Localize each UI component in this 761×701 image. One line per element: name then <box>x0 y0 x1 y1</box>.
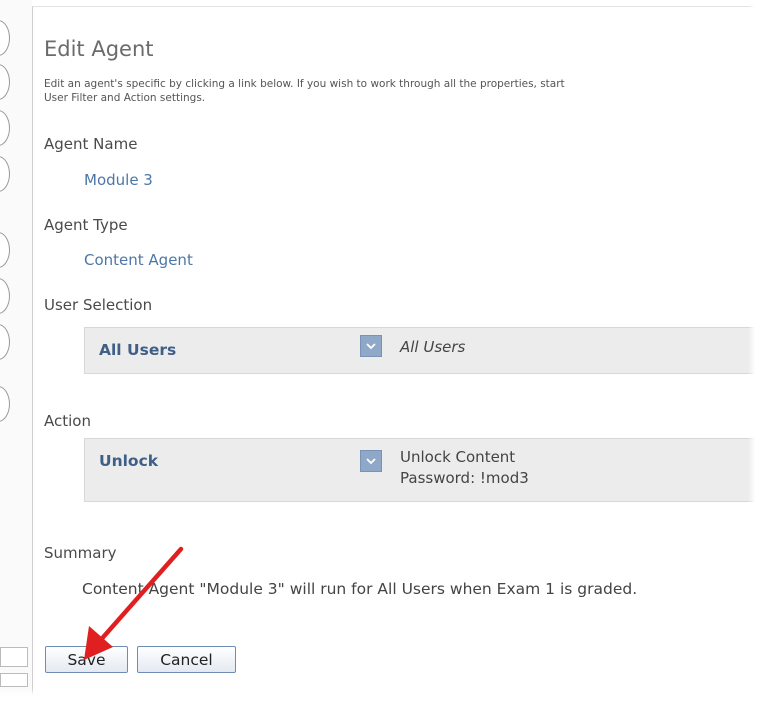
ring-decoration <box>0 324 10 360</box>
partial-control <box>0 647 28 667</box>
ring-decoration <box>0 386 10 422</box>
ring-decoration <box>0 232 10 268</box>
torn-edge <box>0 688 761 701</box>
chevron-down-icon <box>366 343 376 350</box>
agent-type-label: Agent Type <box>44 216 128 234</box>
page-title: Edit Agent <box>44 37 154 61</box>
description-line: Edit an agent's specific by clicking a l… <box>44 78 565 90</box>
ring-decoration <box>0 20 10 56</box>
agent-name-label: Agent Name <box>44 135 138 153</box>
action-name-link[interactable]: Unlock <box>99 452 158 470</box>
user-selection-name-link[interactable]: All Users <box>99 341 176 359</box>
chevron-down-icon <box>366 458 376 465</box>
torn-edge <box>748 0 761 701</box>
ring-decoration <box>0 278 10 314</box>
user-selection-dropdown-button[interactable] <box>360 335 382 357</box>
summary-text: Content Agent "Module 3" will run for Al… <box>82 580 638 598</box>
user-selection-detail: All Users <box>400 338 466 356</box>
agent-name-link[interactable]: Module 3 <box>84 171 153 189</box>
ring-decoration <box>0 110 10 146</box>
save-button[interactable]: Save <box>45 646 128 673</box>
action-row: Unlock Unlock Content Password: !mod3 <box>84 438 761 502</box>
action-label: Action <box>44 412 91 430</box>
action-detail-line: Password: !mod3 <box>400 469 529 487</box>
action-detail: Unlock Content Password: !mod3 <box>400 447 529 489</box>
summary-label: Summary <box>44 544 117 562</box>
user-selection-row: All Users All Users <box>84 327 761 374</box>
description-line: User Filter and Action settings. <box>44 92 206 104</box>
page-description: Edit an agent's specific by clicking a l… <box>44 77 750 105</box>
ring-decoration <box>0 156 10 192</box>
background-strip <box>0 0 32 701</box>
agent-type-link[interactable]: Content Agent <box>84 251 193 269</box>
user-selection-label: User Selection <box>44 296 153 314</box>
partial-control <box>0 673 28 687</box>
action-dropdown-button[interactable] <box>360 450 382 472</box>
action-detail-line: Unlock Content <box>400 448 516 466</box>
cancel-button[interactable]: Cancel <box>137 646 236 673</box>
ring-decoration <box>0 64 10 100</box>
